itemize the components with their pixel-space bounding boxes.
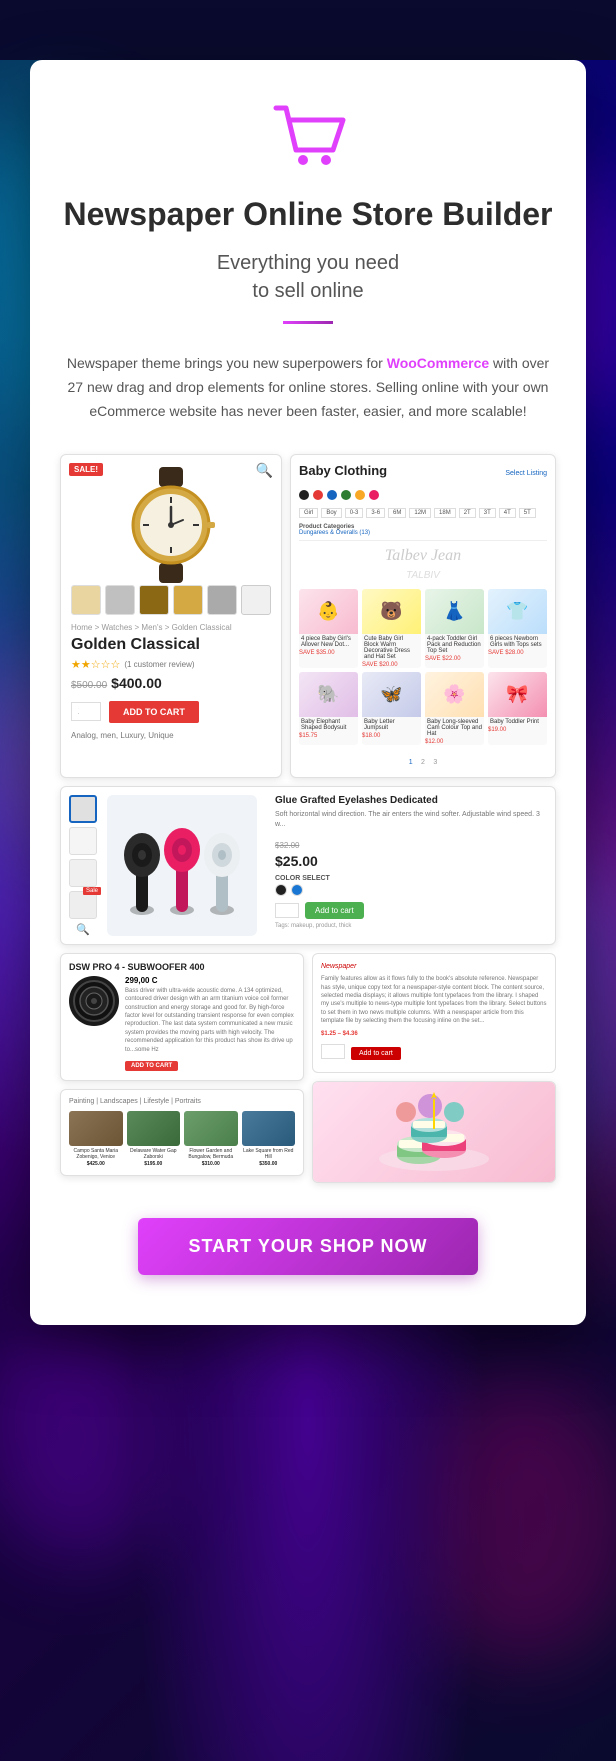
macaron-image <box>313 1082 555 1182</box>
title-divider <box>283 321 333 324</box>
price-new: $400.00 <box>111 675 162 691</box>
breadcrumb: Home > Watches > Men's > Golden Classica… <box>71 623 271 632</box>
filter-blue[interactable] <box>327 490 337 500</box>
painting-categories: Painting | Landscapes | Lifestyle | Port… <box>69 1098 295 1105</box>
painting-item[interactable]: Campo Santa Maria Zobenigo, Venice $425.… <box>69 1111 123 1167</box>
fan-add-to-cart-button[interactable]: Add to cart <box>305 902 364 919</box>
color-select-label: COLOR SELECT <box>275 875 547 882</box>
fan-details: Glue Grafted Eyelashes Dedicated Soft ho… <box>275 795 547 936</box>
color-blue[interactable] <box>291 884 303 896</box>
np-article: Family features allow as it flows fully … <box>321 975 547 1025</box>
left-col: DSW PRO 4 - SUBWOOFER 400 299,00 C <box>60 953 304 1183</box>
sale-badge: SALE! <box>69 463 103 476</box>
np-qty-input[interactable] <box>321 1044 345 1059</box>
sub-price: 299,00 C <box>125 976 295 985</box>
description-pre: Newspaper theme brings you new superpowe… <box>67 355 387 371</box>
clothing-item[interactable]: 🐘 Baby Elephant Shaped Bodysuit $15.75 <box>299 672 358 745</box>
description: Newspaper theme brings you new superpowe… <box>60 352 556 423</box>
fan-title: Glue Grafted Eyelashes Dedicated <box>275 795 547 806</box>
fan-qty-row: Add to cart <box>275 902 547 919</box>
macaron-screen <box>312 1081 556 1183</box>
painting-item[interactable]: Lake Square from Red Hill $350.00 <box>242 1111 296 1167</box>
filter-yellow[interactable] <box>355 490 365 500</box>
fan-price-old: $32.00 <box>275 841 299 850</box>
clothing-item[interactable]: 🎀 Baby Toddler Print $19.00 <box>488 672 547 745</box>
clothing-item[interactable]: 👕 6 pieces Newborn Girls with Tops sets … <box>488 589 547 668</box>
right-col: Newspaper Family features allow as it fl… <box>312 953 556 1183</box>
painting-item[interactable]: Delaware Water Gap Zaborski $195.00 <box>127 1111 181 1167</box>
filter-green[interactable] <box>341 490 351 500</box>
filter-pink[interactable] <box>369 490 379 500</box>
fan-price-new: $25.00 <box>275 853 318 869</box>
cart-icon <box>268 100 348 170</box>
fan-tags: Tags: makeup, product, thick <box>275 923 547 929</box>
collage-row-1: SALE! 🔍 <box>60 454 556 778</box>
watch-product-screen: SALE! 🔍 <box>60 454 282 778</box>
search-icon[interactable]: 🔍 <box>256 463 273 480</box>
review-count: (1 customer review) <box>124 660 194 669</box>
main-card: Newspaper Online Store Builder Everythin… <box>30 60 586 1325</box>
filter-black[interactable] <box>299 490 309 500</box>
fan-quantity-input[interactable] <box>275 903 299 918</box>
collage-row-3: DSW PRO 4 - SUBWOOFER 400 299,00 C <box>60 953 556 1183</box>
screenshots-collage: SALE! 🔍 <box>60 454 556 1183</box>
clothing-item[interactable]: 👶 4 piece Baby Girl's Allover New Dot...… <box>299 589 358 668</box>
clothing-item[interactable]: 🌸 Baby Long-sleeved Cam Colour Top and H… <box>425 672 484 745</box>
select-all[interactable]: Select Listing <box>505 470 547 477</box>
fan-description: Soft horizontal wind direction. The air … <box>275 810 547 830</box>
sub-description: Bass driver with ultra-wide acoustic dom… <box>125 987 295 1054</box>
main-title: Newspaper Online Store Builder <box>60 195 556 233</box>
fan-image-column: Sale 🔍 <box>69 795 97 936</box>
woocommerce-link[interactable]: WooCommerce <box>387 355 489 371</box>
paintings-screen: Painting | Landscapes | Lifestyle | Port… <box>60 1089 304 1176</box>
subwoofer-content: 299,00 C Bass driver with ultra-wide aco… <box>69 976 295 1072</box>
cart-icon-wrap <box>60 100 556 175</box>
watch-image <box>111 465 231 585</box>
color-swatches <box>275 884 547 896</box>
np-add-btn[interactable]: Add to cart <box>351 1047 401 1060</box>
clothing-items-grid: 👶 4 piece Baby Girl's Allover New Dot...… <box>299 589 547 745</box>
star-rating: ★★☆☆☆ <box>71 658 120 671</box>
fan-main-image <box>107 795 257 936</box>
clothing-item[interactable]: 👗 4-pack Toddler Girl Pack and Reduction… <box>425 589 484 668</box>
paintings-grid: Campo Santa Maria Zobenigo, Venice $425.… <box>69 1111 295 1167</box>
clothing-item[interactable]: 🦋 Baby Letter Jumpsuit $18.00 <box>362 672 421 745</box>
subwoofer-title: DSW PRO 4 - SUBWOOFER 400 <box>69 962 295 972</box>
np-price: $1.25 – $4.36 <box>321 1030 547 1039</box>
clothing-item[interactable]: 🐻 Cute Baby Girl Block Warm Decorative D… <box>362 589 421 668</box>
cta-section: START YOUR SHOP NOW <box>60 1218 556 1275</box>
color-black[interactable] <box>275 884 287 896</box>
np-brand: Newspaper <box>321 962 547 973</box>
quantity-input[interactable] <box>71 702 101 721</box>
filter-red[interactable] <box>313 490 323 500</box>
fan-sale-badge: Sale <box>83 887 101 895</box>
price-old: $500.00 <box>71 680 107 691</box>
subwoofer-screen: DSW PRO 4 - SUBWOOFER 400 299,00 C <box>60 953 304 1081</box>
add-to-cart-button[interactable]: ADD TO CART <box>109 701 199 723</box>
subwoofer-image <box>69 976 119 1026</box>
clothing-title: Baby Clothing <box>299 463 387 478</box>
watch-thumbnails <box>71 585 271 615</box>
sub-add-btn[interactable]: ADD TO CART <box>125 1061 178 1071</box>
fan-search-icon[interactable]: 🔍 <box>76 923 90 936</box>
fan-product-screen: Sale 🔍 <box>60 786 556 945</box>
product-tags: Analog, men, Luxury, Unique <box>71 731 271 740</box>
newspaper-product-screen: Newspaper Family features allow as it fl… <box>312 953 556 1073</box>
subtitle: Everything you needto sell online <box>60 249 556 305</box>
qty-row: ADD TO CART <box>71 701 271 723</box>
color-filters <box>299 490 547 500</box>
np-qty-row: Add to cart <box>321 1043 547 1060</box>
clothing-grid-screen: Baby Clothing Select Listing Girl Boy <box>290 454 556 778</box>
product-name: Golden Classical <box>71 636 271 654</box>
painting-item[interactable]: Flower Garden and Bungalow, Bermuda $310… <box>184 1111 238 1167</box>
start-shop-button[interactable]: START YOUR SHOP NOW <box>138 1218 477 1275</box>
